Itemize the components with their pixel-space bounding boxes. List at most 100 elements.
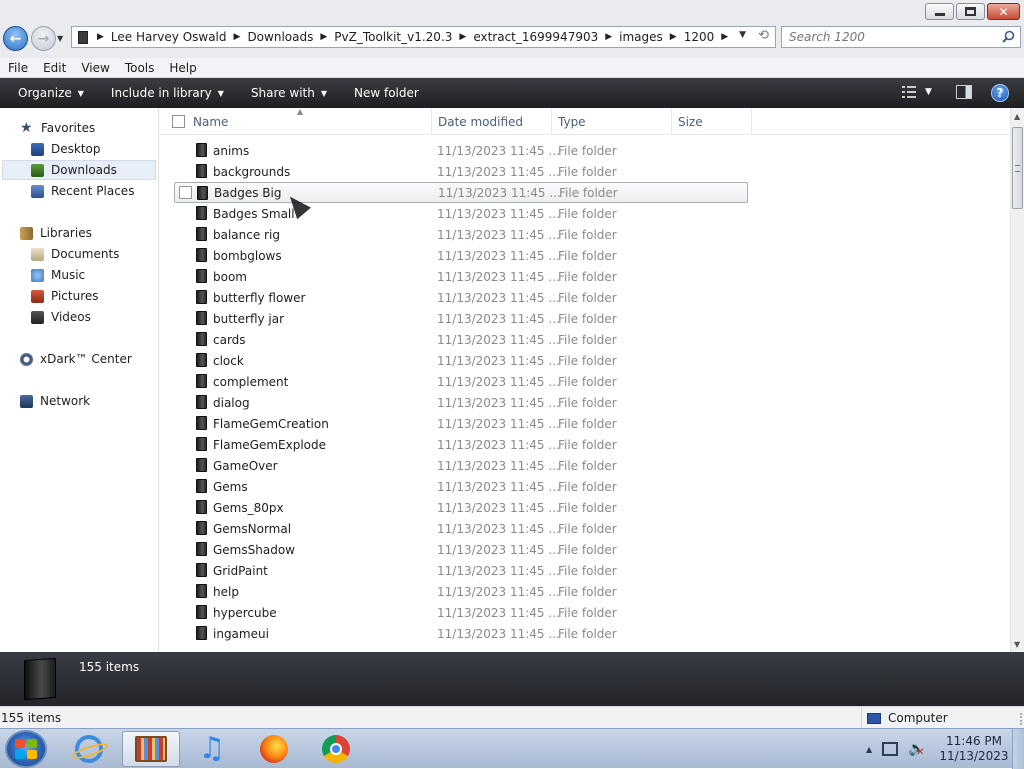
breadcrumb-item[interactable]: extract_1699947903 [471, 30, 600, 44]
nav-xdark-center[interactable]: xDark™ Center [20, 349, 132, 369]
show-desktop-button[interactable] [1012, 729, 1024, 769]
show-hidden-icons-icon[interactable]: ▲ [866, 745, 872, 754]
help-icon[interactable]: ? [991, 84, 1009, 102]
change-view-button[interactable]: ▼ [902, 86, 932, 98]
scroll-down-icon[interactable]: ▼ [1014, 640, 1020, 649]
breadcrumb-separator-icon[interactable]: ▶ [716, 32, 733, 42]
file-name[interactable]: FlameGemExplode [213, 438, 326, 452]
scrollbar-thumb[interactable] [1012, 127, 1023, 209]
file-name[interactable]: GemsShadow [213, 543, 295, 557]
file-name[interactable]: FlameGemCreation [213, 417, 329, 431]
share-with-button[interactable]: Share with ▼ [242, 86, 336, 100]
nav-item-desktop[interactable]: Desktop [31, 139, 101, 159]
nav-item-videos[interactable]: Videos [31, 307, 91, 327]
search-box[interactable] [781, 26, 1021, 48]
taskbar-music-player[interactable]: ♫ [185, 731, 239, 767]
taskbar-windows-explorer[interactable] [122, 731, 180, 767]
row-checkbox[interactable] [179, 186, 192, 199]
menu-file[interactable]: File [0, 61, 35, 75]
breadcrumb-separator-icon[interactable]: ▶ [229, 32, 246, 42]
volume-muted-icon[interactable]: 🔈 ✕ [908, 741, 925, 758]
file-row[interactable]: Gems 11/13/2023 11:45 ... File folder [174, 476, 748, 497]
file-name[interactable]: butterfly flower [213, 291, 305, 305]
nav-item-pictures[interactable]: Pictures [31, 286, 99, 306]
column-header-type[interactable]: Type [552, 108, 672, 135]
file-name[interactable]: butterfly jar [213, 312, 284, 326]
file-row[interactable]: backgrounds 11/13/2023 11:45 ... File fold… [174, 161, 748, 182]
file-name[interactable]: clock [213, 354, 244, 368]
file-name[interactable]: Badges Small [213, 207, 295, 221]
menu-help[interactable]: Help [161, 61, 203, 75]
include-in-library-button[interactable]: Include in library ▼ [102, 86, 233, 100]
file-name[interactable]: balance rig [213, 228, 280, 242]
file-name[interactable]: help [213, 585, 239, 599]
file-name[interactable]: Gems [213, 480, 248, 494]
nav-item-recent-places[interactable]: Recent Places [31, 181, 134, 201]
file-name[interactable]: GridPaint [213, 564, 268, 578]
file-row[interactable]: complement 11/13/2023 11:45 ... File folde… [174, 371, 748, 392]
file-name[interactable]: anims [213, 144, 249, 158]
file-row[interactable]: butterfly flower 11/13/2023 11:45 ... File… [174, 287, 748, 308]
file-row[interactable]: Gems_80px 11/13/2023 11:45 ... File folder [174, 497, 748, 518]
search-input[interactable] [789, 30, 999, 44]
file-name[interactable]: hypercube [213, 606, 277, 620]
nav-item-downloads[interactable]: Downloads [2, 160, 156, 180]
nav-network[interactable]: Network [20, 391, 90, 411]
file-row[interactable]: GridPaint 11/13/2023 11:45 ... File folder [174, 560, 748, 581]
file-row[interactable]: butterfly jar 11/13/2023 11:45 ... File fo… [174, 308, 748, 329]
address-bar[interactable]: ▶ Lee Harvey Oswald ▶ Downloads ▶ PvZ_To… [71, 26, 776, 48]
nav-item-music[interactable]: Music [31, 265, 85, 285]
breadcrumb-item[interactable]: Lee Harvey Oswald [109, 30, 229, 44]
file-row[interactable]: anims 11/13/2023 11:45 ... File folder [174, 140, 748, 161]
close-button[interactable]: ✕ [987, 3, 1020, 20]
file-row[interactable]: dialog 11/13/2023 11:45 ... File folder [174, 392, 748, 413]
nav-item-documents[interactable]: Documents [31, 244, 119, 264]
column-header-date-modified[interactable]: Date modified [432, 108, 552, 135]
file-name[interactable]: cards [213, 333, 246, 347]
file-row[interactable]: cards 11/13/2023 11:45 ... File folder [174, 329, 748, 350]
preview-pane-icon[interactable] [956, 85, 972, 99]
file-row[interactable]: FlameGemCreation 11/13/2023 11:45 ... File… [174, 413, 748, 434]
clock[interactable]: 11:46 PM 11/13/2023 [934, 734, 1014, 764]
file-name[interactable]: complement [213, 375, 288, 389]
file-row[interactable]: Badges Small 11/13/2023 11:45 ... File fol… [174, 203, 748, 224]
menu-view[interactable]: View [73, 61, 116, 75]
menu-edit[interactable]: Edit [35, 61, 73, 75]
file-row[interactable]: balance rig 11/13/2023 11:45 ... File fold… [174, 224, 748, 245]
vertical-scrollbar[interactable]: ▲ ▼ [1010, 108, 1024, 652]
recent-pages-dropdown-icon[interactable]: ▼ [57, 34, 63, 43]
start-button[interactable] [5, 730, 47, 768]
forward-button[interactable]: → [31, 26, 56, 51]
taskbar-firefox[interactable] [247, 731, 301, 767]
breadcrumb-item[interactable]: 1200 [682, 30, 717, 44]
refresh-icon[interactable]: ⟲ [758, 28, 769, 43]
organize-button[interactable]: Organize ▼ [9, 86, 93, 100]
breadcrumb-item[interactable]: Downloads [245, 30, 315, 44]
file-row[interactable]: FlameGemExplode 11/13/2023 11:45 ... File … [174, 434, 748, 455]
taskbar-internet-explorer[interactable] [62, 731, 116, 767]
back-button[interactable]: ← [3, 26, 28, 51]
breadcrumb-separator-icon[interactable]: ▶ [665, 32, 682, 42]
file-name[interactable]: boom [213, 270, 247, 284]
file-name[interactable]: Gems_80px [213, 501, 284, 515]
select-all-checkbox[interactable] [172, 115, 185, 128]
file-row[interactable]: Badges Big 11/13/2023 11:45 ... File folde… [174, 182, 748, 203]
file-name[interactable]: ingameui [213, 627, 269, 641]
breadcrumb-separator-icon[interactable]: ▶ [92, 32, 109, 42]
file-row[interactable]: bombglows 11/13/2023 11:45 ... File folder [174, 245, 748, 266]
nav-libraries[interactable]: Libraries [20, 223, 92, 243]
file-row[interactable]: ingameui 11/13/2023 11:45 ... File folder [174, 623, 748, 644]
file-row[interactable]: clock 11/13/2023 11:45 ... File folder [174, 350, 748, 371]
menu-tools[interactable]: Tools [117, 61, 162, 75]
column-header-size[interactable]: Size [672, 108, 752, 135]
file-row[interactable]: boom 11/13/2023 11:45 ... File folder [174, 266, 748, 287]
nav-favorites[interactable]: ★ Favorites [20, 118, 95, 138]
file-row[interactable]: GemsNormal 11/13/2023 11:45 ... File folde… [174, 518, 748, 539]
breadcrumb-separator-icon[interactable]: ▶ [600, 32, 617, 42]
file-row[interactable]: help 11/13/2023 11:45 ... File folder [174, 581, 748, 602]
address-history-dropdown-icon[interactable]: ▼ [739, 30, 746, 40]
breadcrumb-item[interactable]: images [617, 30, 665, 44]
new-folder-button[interactable]: New folder [345, 86, 428, 100]
file-name[interactable]: dialog [213, 396, 250, 410]
maximize-button[interactable] [956, 3, 985, 20]
